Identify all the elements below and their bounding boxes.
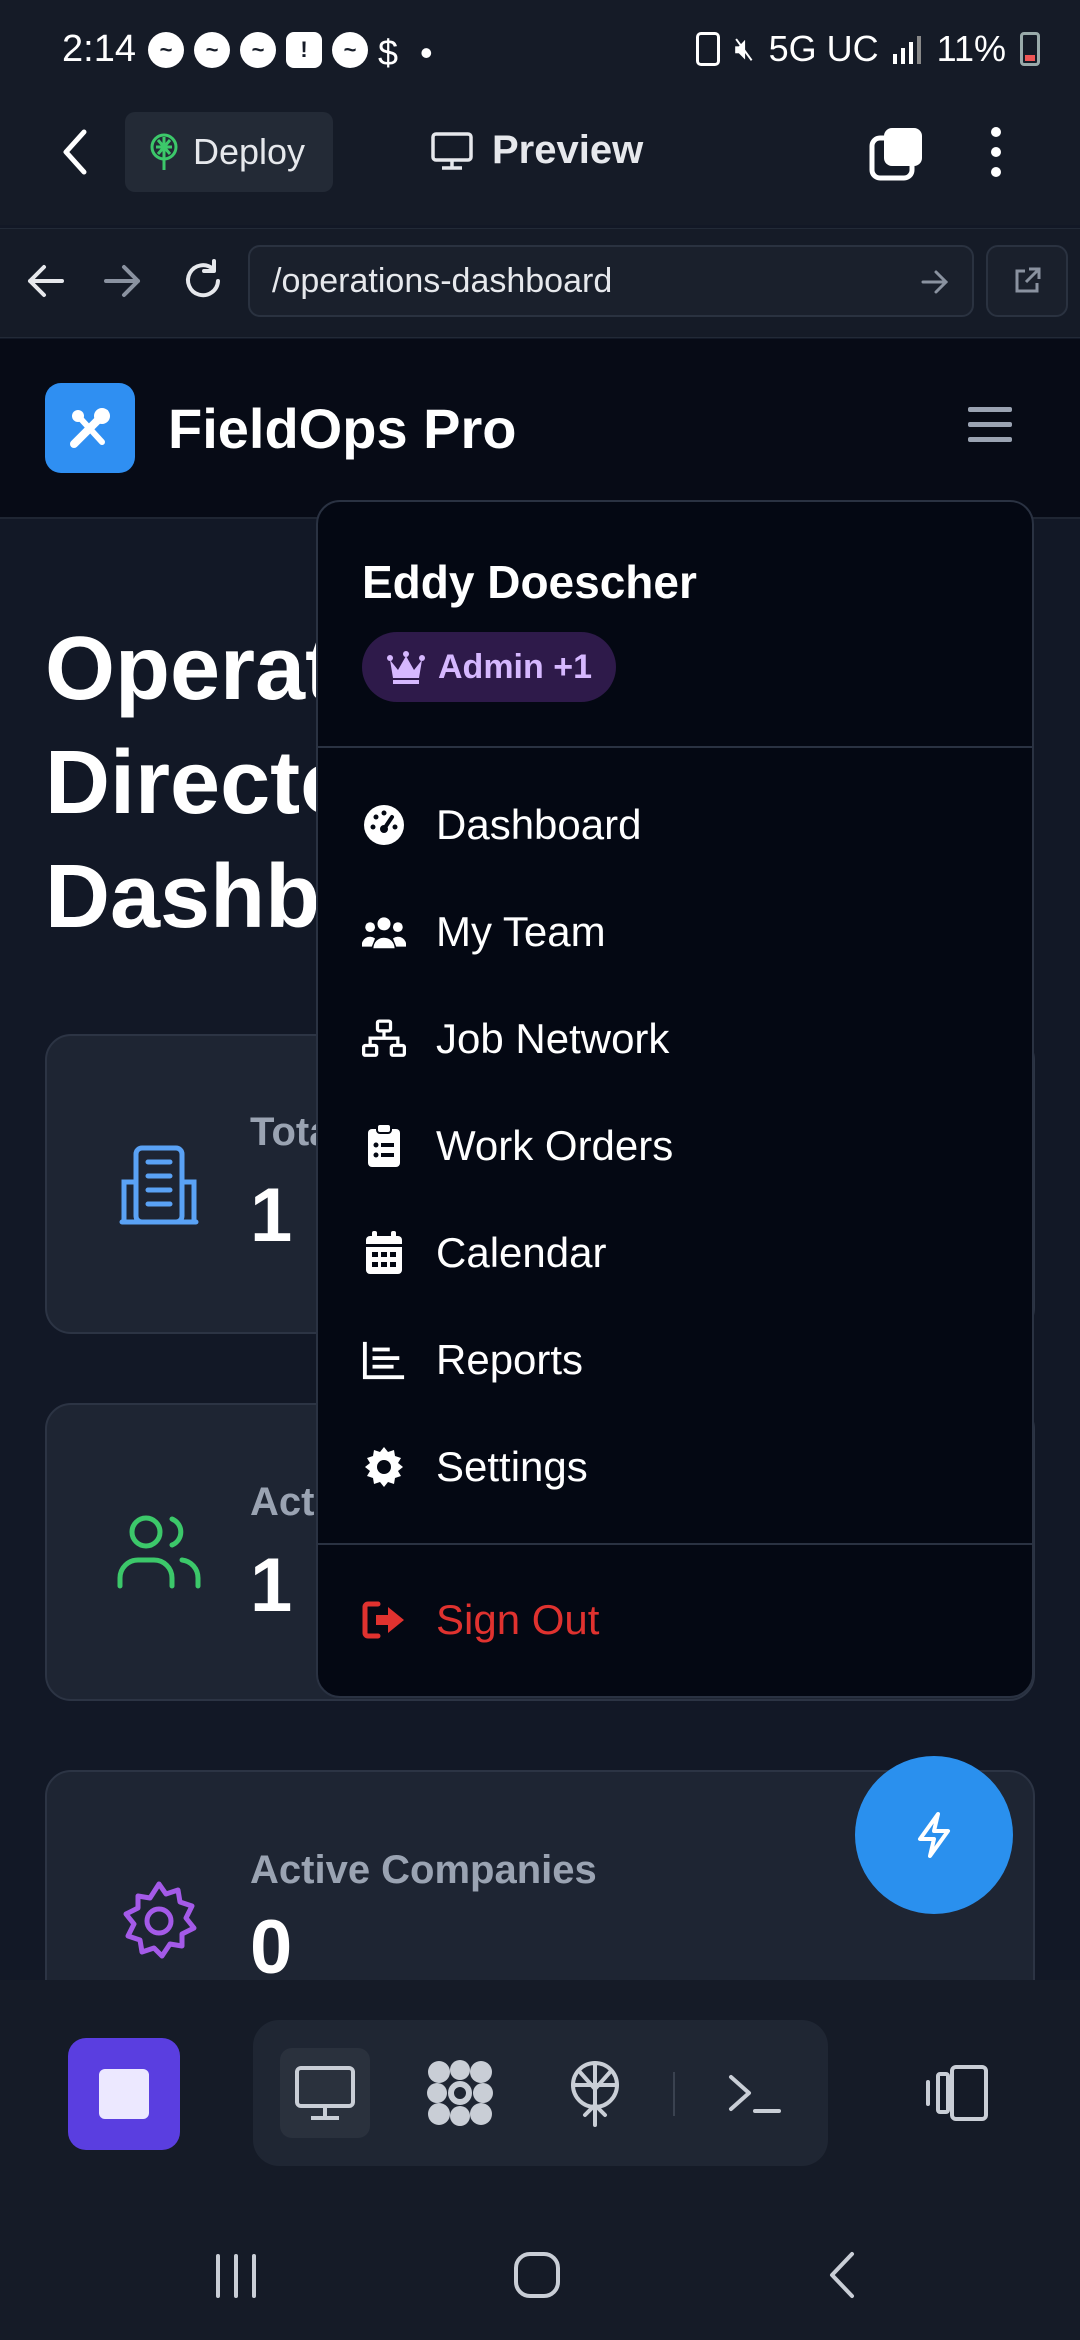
gauge-icon — [362, 803, 406, 847]
divider — [318, 1543, 1032, 1545]
card-value: 1 — [250, 1543, 293, 1628]
device-rotate-icon — [924, 2064, 990, 2122]
deploy-button[interactable]: Deploy — [125, 112, 333, 192]
menu-item-job-network[interactable]: Job Network — [362, 999, 669, 1079]
building-icon — [116, 1142, 202, 1228]
tabs-icon[interactable] — [868, 124, 926, 182]
team-icon — [362, 910, 406, 954]
logo[interactable] — [45, 383, 135, 473]
menu-item-label: Dashboard — [436, 801, 642, 848]
dock-apps-button[interactable] — [415, 2048, 505, 2138]
role-badge-label: Admin +1 — [438, 647, 592, 686]
network-label: 5G UC — [768, 28, 879, 69]
status-time: 2:14 — [62, 28, 136, 70]
menu-item-settings[interactable]: Settings — [362, 1427, 588, 1507]
menu-item-reports[interactable]: Reports — [362, 1320, 583, 1400]
notification-icons: ~ ~ ~ ! ~ $ • — [148, 32, 433, 74]
go-arrow-icon[interactable] — [920, 267, 950, 297]
card-label: Acti — [250, 1480, 326, 1524]
menu-item-label: Settings — [436, 1443, 588, 1490]
messenger-icon: ~ — [194, 32, 230, 68]
crown-icon — [386, 650, 426, 684]
terminal-icon — [727, 2071, 783, 2115]
recents-icon[interactable] — [212, 2254, 260, 2298]
menu-item-label: Calendar — [436, 1229, 607, 1276]
nav-forward-icon[interactable] — [104, 264, 142, 298]
menu-item-work-orders[interactable]: Work Orders — [362, 1106, 673, 1186]
dock-terminal-button[interactable] — [710, 2048, 800, 2138]
status-right: 🔇︎ 5G UC 11% — [696, 28, 1040, 70]
clipboard-icon — [362, 1123, 406, 1168]
monitor-icon — [430, 131, 474, 171]
deploy-icon — [567, 2059, 623, 2127]
brand-name[interactable]: FieldOps Pro — [168, 396, 517, 461]
menu-item-calendar[interactable]: Calendar — [362, 1213, 606, 1293]
nav-back-icon[interactable] — [26, 264, 64, 298]
deploy-icon — [147, 132, 181, 172]
card-value: 0 — [250, 1905, 293, 1990]
sign-out-icon — [362, 1598, 406, 1642]
menu-item-label: Work Orders — [436, 1122, 674, 1169]
dollar-icon: $ — [378, 32, 399, 73]
quick-action-button[interactable] — [855, 1756, 1013, 1914]
gear-icon — [116, 1878, 202, 1964]
messenger-icon: ~ — [240, 32, 276, 68]
tools-icon — [64, 402, 116, 454]
open-external-button[interactable] — [986, 245, 1068, 317]
signal-icon — [892, 34, 923, 64]
battery-icon — [1020, 32, 1040, 66]
menu-item-label: Reports — [436, 1336, 584, 1383]
user-name: Eddy Doescher — [362, 556, 697, 608]
lightning-icon — [912, 1811, 956, 1859]
url-field[interactable]: /operations-dashboard — [248, 245, 974, 317]
monitor-icon — [294, 2065, 356, 2121]
more-dot-icon: • — [420, 32, 433, 73]
external-link-icon — [1011, 265, 1043, 297]
chart-icon — [362, 1338, 406, 1382]
divider — [318, 746, 1032, 748]
stop-button[interactable] — [68, 2038, 180, 2150]
messenger-icon: ~ — [148, 32, 184, 68]
url-text: /operations-dashboard — [272, 261, 613, 300]
menu-item-my-team[interactable]: My Team — [362, 892, 606, 972]
menu-item-dashboard[interactable]: Dashboard — [362, 785, 641, 865]
home-icon[interactable] — [512, 2250, 562, 2300]
card-value: 1 — [250, 1173, 293, 1258]
back-icon[interactable] — [60, 128, 90, 176]
users-icon — [116, 1512, 202, 1592]
card-label: Active Companies — [250, 1848, 597, 1892]
dock-device-button[interactable] — [912, 2048, 1002, 2138]
mute-icon: 🔇︎ — [734, 30, 755, 66]
network-icon — [362, 1017, 406, 1061]
site-header — [0, 339, 1080, 519]
menu-icon[interactable] — [966, 405, 1014, 445]
preview-label: Preview — [492, 128, 644, 172]
battery-label: 11% — [936, 28, 1006, 69]
calendar-icon — [362, 1231, 406, 1275]
stop-icon — [99, 2069, 149, 2119]
more-vertical-icon[interactable] — [984, 124, 1008, 180]
sign-out-label: Sign Out — [436, 1596, 600, 1643]
grid-blob-icon — [425, 2058, 495, 2128]
deploy-label: Deploy — [193, 131, 306, 172]
dock-divider — [673, 2072, 675, 2116]
sign-out-button[interactable]: Sign Out — [362, 1580, 599, 1660]
gear-icon — [362, 1445, 406, 1489]
dock-preview-button[interactable] — [280, 2048, 370, 2138]
menu-item-label: My Team — [436, 908, 606, 955]
preview-tab[interactable]: Preview — [430, 128, 643, 173]
dock-deploy-button[interactable] — [550, 2048, 640, 2138]
alert-icon: ! — [286, 32, 322, 68]
menu-item-label: Job Network — [436, 1015, 670, 1062]
system-back-icon[interactable] — [824, 2250, 858, 2300]
role-badge: Admin +1 — [362, 632, 616, 702]
battery-saver-icon — [696, 32, 721, 66]
messenger-icon: ~ — [332, 32, 368, 68]
reload-icon[interactable] — [180, 258, 226, 304]
